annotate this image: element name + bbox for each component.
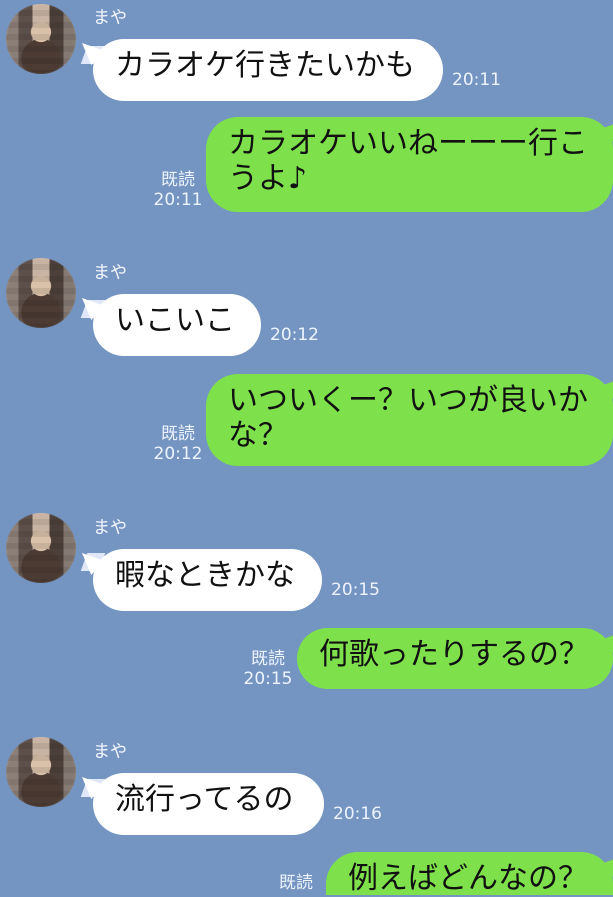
incoming-message-4[interactable]: 流行ってるの [93, 773, 324, 835]
chat-thread: まや カラオケ行きたいかも 20:11 既読 20:11 カラオケいいねーーー行… [0, 0, 613, 896]
incoming-message-2[interactable]: いこいこ [93, 294, 261, 356]
profile-avatar-2[interactable] [6, 258, 76, 328]
outgoing-message-2[interactable]: いついくー？いつが良いか な？ [206, 374, 613, 466]
timestamp-6: 20:15 [243, 668, 293, 689]
read-status-6: 既読 20:15 [242, 649, 294, 689]
read-label-8: 既読 [279, 873, 313, 893]
outgoing-message-1[interactable]: カラオケいいねーーー行こ うよ♪ [206, 117, 613, 212]
timestamp-3: 20:12 [270, 325, 319, 345]
profile-avatar-4[interactable] [6, 737, 76, 807]
profile-avatar-3[interactable] [6, 513, 76, 583]
read-status-8: 既読 [270, 873, 322, 894]
sender-name-4: まや [93, 742, 127, 762]
sender-name-2: まや [93, 263, 127, 283]
read-label-4: 既読 [161, 424, 195, 444]
sender-name-1: まや [93, 8, 127, 28]
timestamp-1: 20:11 [452, 70, 501, 90]
profile-avatar-1[interactable] [6, 4, 76, 74]
timestamp-4: 20:12 [153, 443, 203, 464]
read-status-2: 既読 20:11 [152, 170, 204, 210]
incoming-message-3[interactable]: 暇なときかな [93, 549, 322, 611]
incoming-message-1[interactable]: カラオケ行きたいかも [93, 39, 443, 101]
timestamp-2: 20:11 [153, 189, 203, 210]
read-label-2: 既読 [161, 170, 195, 190]
sender-name-3: まや [93, 518, 127, 538]
timestamp-7: 20:16 [333, 804, 382, 824]
read-status-4: 既読 20:12 [152, 424, 204, 464]
outgoing-message-4[interactable]: 例えばどんなの？ [326, 852, 613, 896]
read-label-6: 既読 [251, 649, 285, 669]
outgoing-message-3[interactable]: 何歌ったりするの？ [297, 628, 613, 689]
timestamp-5: 20:15 [331, 580, 380, 600]
